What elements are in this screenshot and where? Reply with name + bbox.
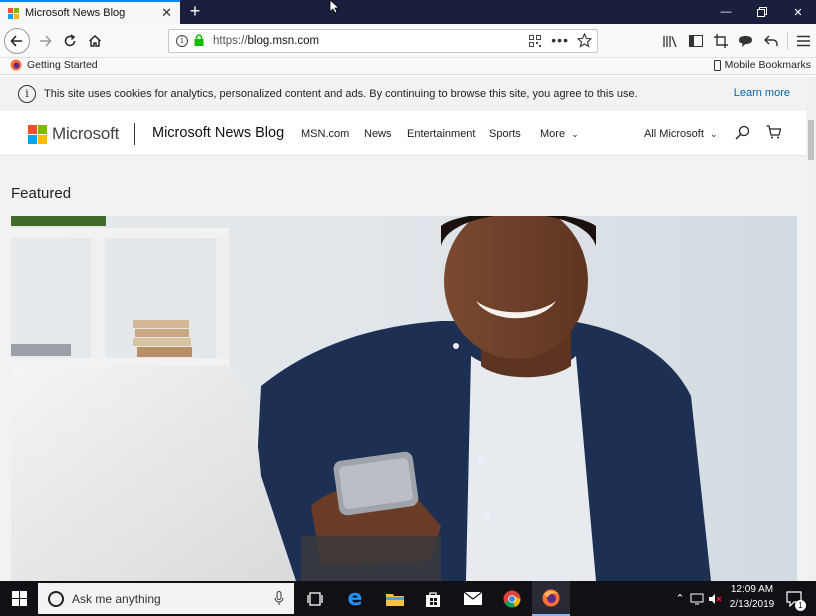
bookmark-star-icon[interactable] xyxy=(576,32,593,51)
nav-link-msn[interactable]: MSN.com xyxy=(301,128,349,140)
shopping-cart-icon[interactable] xyxy=(766,125,782,141)
chevron-down-icon: ⌄ xyxy=(571,129,579,139)
featured-heading: Featured xyxy=(11,185,72,202)
microsoft-logo-icon xyxy=(28,124,47,144)
microsoft-logo-text: Microsoft xyxy=(52,124,120,143)
microsoft-logo[interactable]: Microsoft xyxy=(28,124,119,144)
url-bar[interactable]: i https://blog.msn.com ••• xyxy=(168,29,598,53)
cortana-circle-icon xyxy=(48,590,64,607)
window-controls: — ✕ xyxy=(708,0,816,24)
restore-icon[interactable] xyxy=(744,0,780,24)
toolbar-divider xyxy=(783,28,791,54)
mobile-device-icon xyxy=(713,59,721,71)
windows-taskbar: Ask me anything e ⌃ 12:09 AM 2/13/2019 1 xyxy=(0,581,816,616)
tab-title: Microsoft News Blog xyxy=(25,7,126,19)
nav-link-entertainment[interactable]: Entertainment xyxy=(407,128,475,140)
info-icon[interactable]: i xyxy=(176,35,188,47)
tab-strip: Microsoft News Blog ✕ + — ✕ xyxy=(0,0,816,24)
header-divider xyxy=(134,123,135,145)
nav-link-sports[interactable]: Sports xyxy=(489,128,521,140)
web-page: i This site uses cookies for analytics, … xyxy=(0,76,806,581)
microsoft-favicon-icon xyxy=(8,7,19,19)
navigation-toolbar: i https://blog.msn.com ••• xyxy=(0,24,816,58)
url-domain: blog.msn.com xyxy=(247,35,320,47)
blog-title[interactable]: Microsoft News Blog xyxy=(152,125,284,141)
undo-arrow-icon[interactable] xyxy=(758,28,783,54)
bookmark-getting-started[interactable]: Getting Started xyxy=(10,59,98,71)
active-tab[interactable]: Microsoft News Blog ✕ xyxy=(0,0,180,24)
nav-more-label: More xyxy=(540,128,566,140)
screen: Microsoft News Blog ✕ + — ✕ i https://bl… xyxy=(0,0,816,616)
show-hidden-icons-chevron-icon[interactable]: ⌃ xyxy=(672,592,688,605)
edge-browser-icon[interactable]: e xyxy=(336,581,374,616)
cookie-banner: i This site uses cookies for analytics, … xyxy=(0,76,806,111)
action-center-icon[interactable]: 1 xyxy=(786,581,806,616)
taskbar-clock[interactable]: 12:09 AM 2/13/2019 xyxy=(723,582,781,612)
mobile-bookmarks-label: Mobile Bookmarks xyxy=(724,59,811,71)
info-circle-icon: i xyxy=(18,84,36,103)
all-microsoft-menu[interactable]: All Microsoft ⌄ xyxy=(644,128,718,140)
cortana-search-placeholder: Ask me anything xyxy=(72,591,161,606)
featured-hero-image[interactable] xyxy=(11,216,797,581)
library-icon[interactable] xyxy=(658,28,683,54)
bookmarks-toolbar: Getting Started Mobile Bookmarks xyxy=(0,58,816,75)
clock-time: 12:09 AM xyxy=(730,584,774,595)
mail-icon[interactable] xyxy=(454,581,492,616)
qr-code-icon[interactable] xyxy=(529,35,541,50)
back-arrow-icon[interactable] xyxy=(4,28,30,54)
tab-close-icon[interactable]: ✕ xyxy=(161,5,172,21)
firefox-icon xyxy=(10,59,22,71)
scrollbar-thumb[interactable] xyxy=(808,120,814,160)
mouse-cursor-icon xyxy=(329,0,339,14)
chat-bubble-icon[interactable] xyxy=(733,28,758,54)
browser-toolbar-right xyxy=(658,28,816,54)
mobile-bookmarks-folder[interactable]: Mobile Bookmarks xyxy=(713,59,811,71)
nav-link-news[interactable]: News xyxy=(364,128,392,140)
firefox-taskbar-icon[interactable] xyxy=(532,581,570,616)
notification-count-badge: 1 xyxy=(795,600,806,611)
hero-photo-illustration xyxy=(11,216,797,581)
close-window-icon[interactable]: ✕ xyxy=(780,0,816,24)
site-header: Microsoft Microsoft News Blog MSN.com Ne… xyxy=(0,111,806,156)
chrome-icon[interactable] xyxy=(493,581,531,616)
system-tray: ⌃ xyxy=(672,581,724,616)
url-text[interactable]: https://blog.msn.com xyxy=(213,35,319,47)
volume-muted-icon[interactable] xyxy=(706,593,724,605)
chevron-down-icon: ⌄ xyxy=(709,129,718,139)
page-actions-ellipsis-icon[interactable]: ••• xyxy=(551,32,569,48)
forward-arrow-icon[interactable] xyxy=(32,28,58,54)
all-microsoft-label: All Microsoft xyxy=(644,128,704,140)
cortana-search-box[interactable]: Ask me anything xyxy=(38,583,294,614)
screenshot-crop-icon[interactable] xyxy=(708,28,733,54)
clock-date: 2/13/2019 xyxy=(729,599,775,610)
network-icon[interactable] xyxy=(688,593,706,605)
sidebar-icon[interactable] xyxy=(683,28,708,54)
file-explorer-icon[interactable] xyxy=(376,581,414,616)
home-icon[interactable] xyxy=(82,28,108,54)
learn-more-link[interactable]: Learn more xyxy=(734,87,790,99)
url-prefix: https:// xyxy=(213,35,248,47)
bookmark-label: Getting Started xyxy=(27,59,98,71)
minimize-icon[interactable]: — xyxy=(708,0,744,24)
nav-more-menu[interactable]: More ⌄ xyxy=(540,128,579,140)
task-view-icon[interactable] xyxy=(296,581,334,616)
secure-lock-icon[interactable] xyxy=(194,33,204,49)
windows-start-icon[interactable] xyxy=(0,581,38,616)
hamburger-menu-icon[interactable] xyxy=(791,28,816,54)
microphone-icon[interactable] xyxy=(274,591,284,609)
page-scrollbar[interactable] xyxy=(806,76,816,581)
search-icon[interactable] xyxy=(735,125,751,141)
cookie-message: This site uses cookies for analytics, pe… xyxy=(44,87,638,100)
new-tab-plus-icon[interactable]: + xyxy=(186,1,204,21)
reload-icon[interactable] xyxy=(57,28,83,54)
store-bag-icon[interactable] xyxy=(414,581,452,616)
